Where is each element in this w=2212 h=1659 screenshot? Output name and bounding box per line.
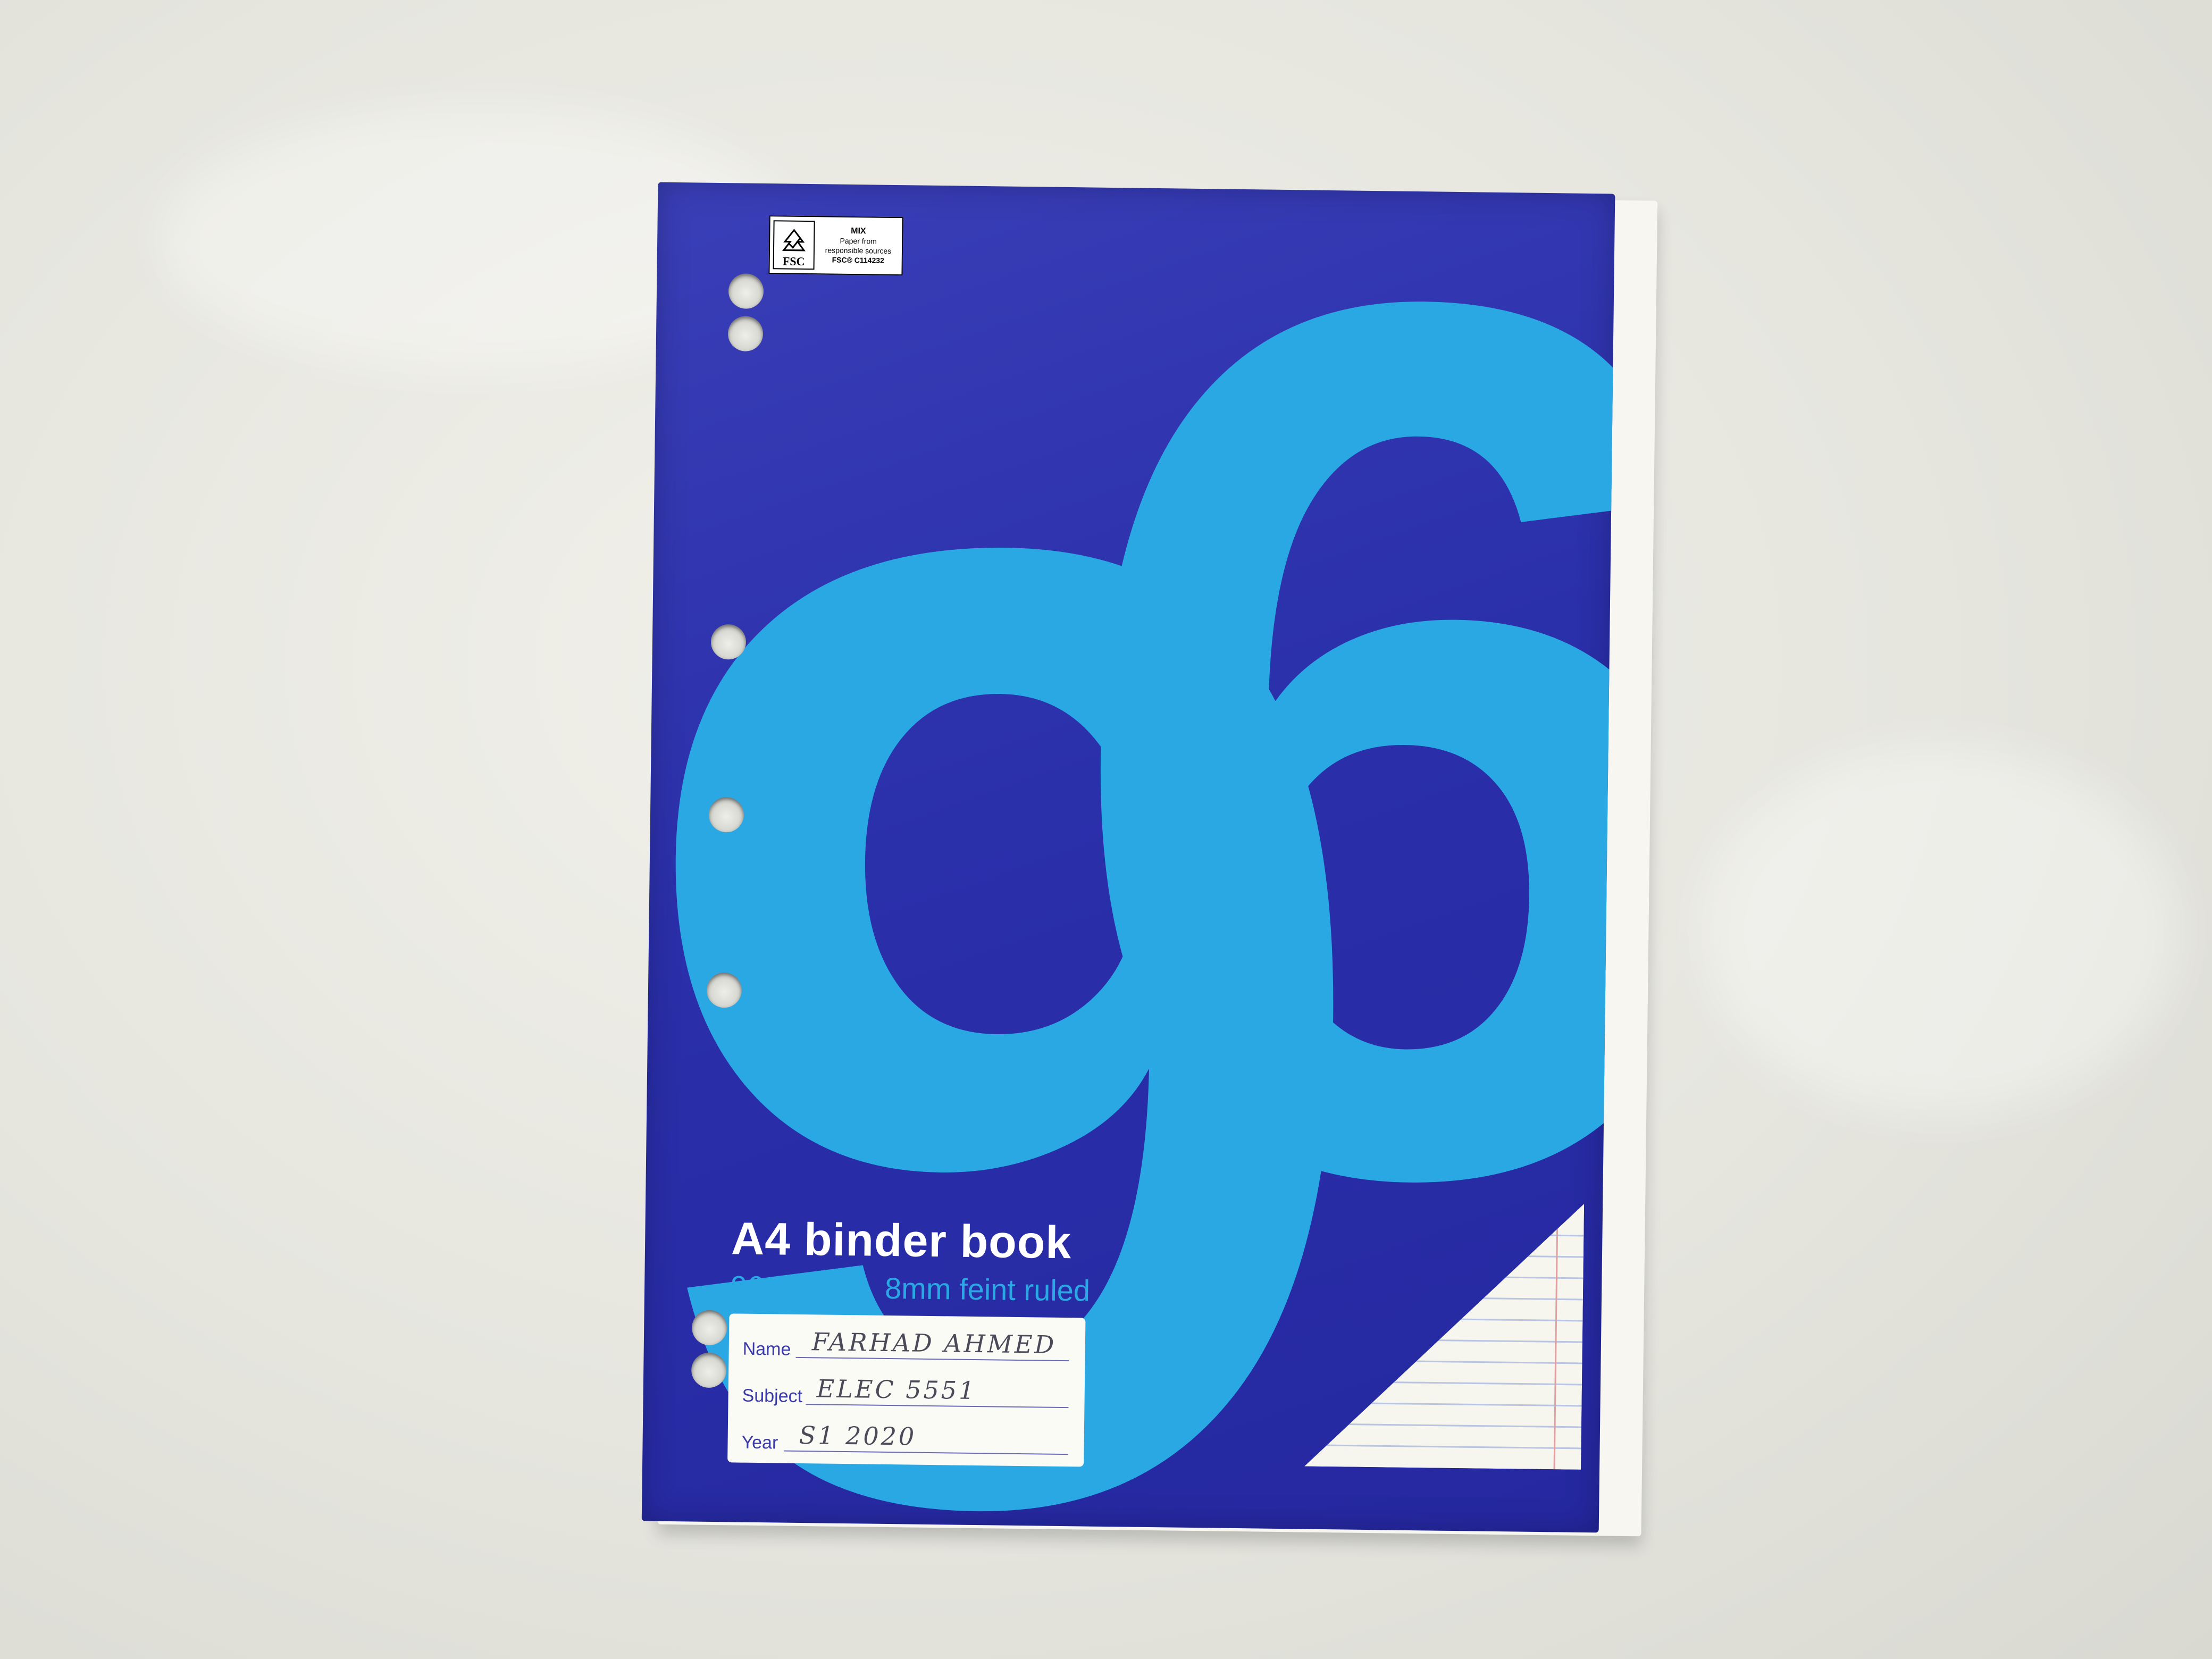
binder-book: 9 6 FSC MIX Paper from responsible sourc…: [641, 182, 1663, 1540]
name-field-label: Name: [742, 1338, 791, 1360]
fabric-highlight: [1702, 744, 2180, 1117]
cover-title: A4 binder book: [731, 1213, 1072, 1269]
fsc-mix: MIX: [851, 226, 866, 236]
name-field-value: FARHAD AHMED: [811, 1327, 1057, 1359]
name-label-sticker: Name FARHAD AHMED Subject ELEC 5551 Year…: [727, 1313, 1086, 1467]
name-field: Name FARHAD AHMED: [737, 1325, 1069, 1366]
subject-field-line: [806, 1404, 1069, 1409]
year-field-label: Year: [741, 1432, 778, 1453]
fsc-line-2: responsible sources: [825, 246, 892, 255]
cover-subtitle-pages: 96 page: [730, 1269, 839, 1304]
fsc-code: FSC® C114232: [832, 255, 884, 265]
year-field-value: S1 2020: [799, 1420, 917, 1451]
book-cover: 9 6 FSC MIX Paper from responsible sourc…: [641, 182, 1615, 1533]
ruled-paper-triangle: [1304, 1203, 1585, 1470]
fsc-line-1: Paper from: [840, 236, 877, 246]
fsc-logo-text: FSC: [782, 254, 805, 268]
big-digit-six: 6: [1046, 182, 1615, 1438]
fsc-label: FSC MIX Paper from responsible sources F…: [768, 215, 903, 276]
subject-field-value: ELEC 5551: [816, 1374, 977, 1405]
year-field-line: [784, 1450, 1068, 1455]
fsc-tree-icon: FSC: [773, 220, 815, 270]
year-field: Year S1 2020: [736, 1418, 1068, 1460]
subject-field: Subject ELEC 5551: [736, 1371, 1069, 1413]
fsc-text: MIX Paper from responsible sources FSC® …: [818, 226, 899, 265]
subject-field-label: Subject: [742, 1385, 803, 1407]
tree-check-icon: [782, 229, 806, 252]
cover-subtitle-ruling: 8mm feint ruled: [884, 1271, 1091, 1308]
